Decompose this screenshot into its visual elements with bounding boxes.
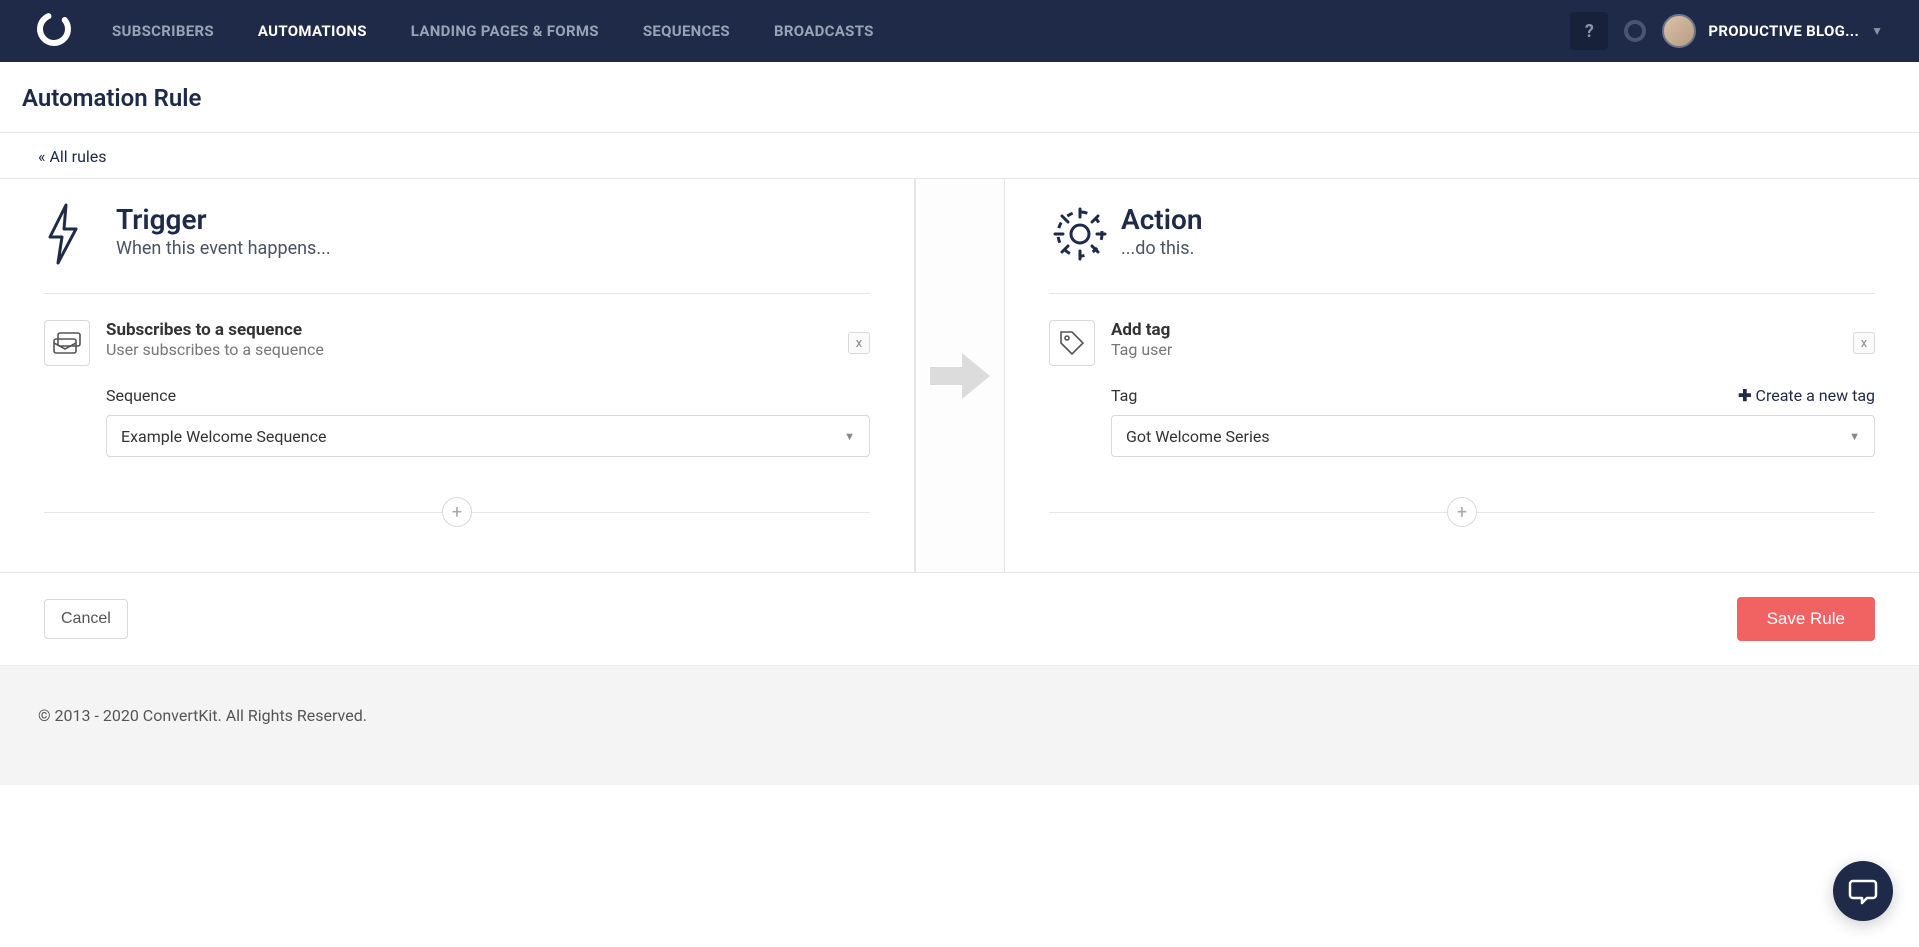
page-footer: © 2013 - 2020 ConvertKit. All Rights Res… [0, 666, 1919, 785]
save-rule-button[interactable]: Save Rule [1737, 597, 1875, 641]
action-header: Action ...do this. [1049, 203, 1875, 294]
page-title-bar: Automation Rule [0, 62, 1919, 133]
user-menu[interactable]: PRODUCTIVE BLOG... ▼ [1662, 14, 1883, 48]
lightning-icon [44, 203, 92, 269]
action-card: Add tag Tag user x Tag ✚ Create a new ta… [1049, 320, 1875, 457]
chevron-down-icon: ▼ [844, 430, 855, 443]
nav-items: SUBSCRIBERS AUTOMATIONS LANDING PAGES & … [112, 1, 874, 61]
user-name-label: PRODUCTIVE BLOG... [1708, 22, 1859, 40]
nav-broadcasts[interactable]: BROADCASTS [774, 1, 874, 61]
rule-builder: Trigger When this event happens... Subsc… [0, 179, 1919, 573]
plus-icon: ✚ [1738, 386, 1751, 405]
trigger-card-subtitle: User subscribes to a sequence [106, 340, 324, 359]
add-trigger-button[interactable]: + [442, 497, 472, 527]
chat-widget-button[interactable] [1833, 861, 1893, 921]
chevron-down-icon: ▼ [1871, 24, 1883, 38]
action-add-divider: + [1049, 497, 1875, 527]
action-panel: Action ...do this. Add tag Tag user x [1005, 179, 1919, 572]
nav-sequences[interactable]: SEQUENCES [643, 1, 730, 61]
page-title: Automation Rule [22, 84, 1897, 112]
avatar [1662, 14, 1696, 48]
trigger-card-title: Subscribes to a sequence [106, 320, 324, 340]
trigger-subtitle: When this event happens... [116, 238, 331, 259]
trigger-remove-button[interactable]: x [848, 332, 870, 354]
breadcrumb-bar: « All rules [0, 133, 1919, 179]
tag-select[interactable]: Got Welcome Series ▼ [1111, 415, 1875, 457]
arrow-right-icon [930, 353, 990, 399]
create-tag-label: Create a new tag [1756, 386, 1875, 405]
chat-icon [1848, 876, 1878, 906]
trigger-title: Trigger [116, 203, 331, 236]
copyright-text: © 2013 - 2020 ConvertKit. All Rights Res… [38, 706, 367, 725]
nav-landing-pages[interactable]: LANDING PAGES & FORMS [411, 1, 599, 61]
sequence-select[interactable]: Example Welcome Sequence ▼ [106, 415, 870, 457]
trigger-header: Trigger When this event happens... [44, 203, 870, 294]
logo[interactable] [36, 11, 72, 51]
tag-select-value: Got Welcome Series [1126, 427, 1270, 446]
sequence-field-label: Sequence [106, 386, 176, 405]
action-remove-button[interactable]: x [1853, 332, 1875, 354]
cancel-button[interactable]: Cancel [44, 599, 128, 639]
add-action-button[interactable]: + [1447, 497, 1477, 527]
action-card-title: Add tag [1111, 320, 1172, 340]
help-button[interactable]: ? [1570, 12, 1608, 50]
breadcrumb-all-rules[interactable]: « All rules [38, 147, 107, 166]
chevron-down-icon: ▼ [1849, 430, 1860, 443]
nav-subscribers[interactable]: SUBSCRIBERS [112, 1, 214, 61]
trigger-add-divider: + [44, 497, 870, 527]
action-subtitle: ...do this. [1121, 238, 1202, 259]
create-tag-link[interactable]: ✚ Create a new tag [1738, 386, 1875, 405]
sequence-select-value: Example Welcome Sequence [121, 427, 326, 446]
action-title: Action [1121, 203, 1202, 236]
top-navigation: SUBSCRIBERS AUTOMATIONS LANDING PAGES & … [0, 0, 1919, 62]
trigger-panel: Trigger When this event happens... Subsc… [0, 179, 915, 572]
status-indicator-icon [1624, 20, 1646, 42]
nav-automations[interactable]: AUTOMATIONS [258, 1, 367, 61]
envelope-stack-icon [44, 320, 90, 366]
action-card-subtitle: Tag user [1111, 340, 1172, 359]
form-action-bar: Cancel Save Rule [0, 573, 1919, 666]
flow-gutter [915, 179, 1005, 572]
trigger-card: Subscribes to a sequence User subscribes… [44, 320, 870, 457]
tag-icon [1049, 320, 1095, 366]
gear-icon [1049, 203, 1097, 269]
tag-field-label: Tag [1111, 386, 1137, 405]
